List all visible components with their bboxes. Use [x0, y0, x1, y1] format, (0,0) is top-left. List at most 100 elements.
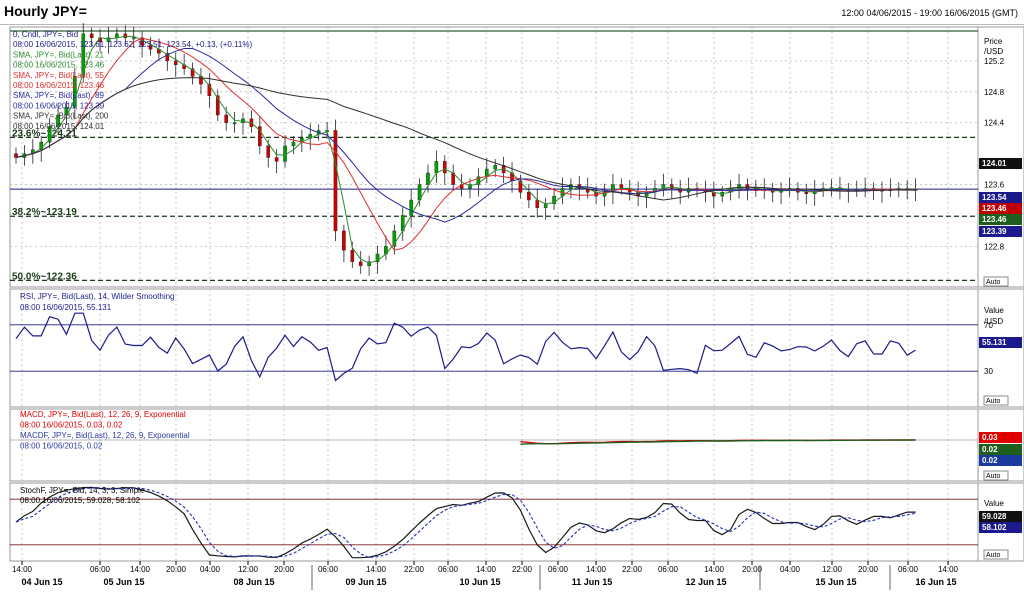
price-legend-line: 08:00 16/06/2015, 123.46	[13, 81, 105, 90]
x-date-label: 05 Jun 15	[103, 577, 144, 587]
rsi-legend-line: 08:00 16/06/2015, 55.131	[20, 303, 112, 312]
x-tick-label: 20:00	[742, 565, 763, 574]
x-tick-label: 06:00	[658, 565, 679, 574]
stoch-axis-title: Value	[984, 499, 1004, 508]
candle-body	[434, 161, 439, 174]
y-tick-label: 125.2	[984, 57, 1005, 66]
price-legend-line: 08:00 16/06/2015, 123.46	[13, 61, 105, 70]
candle-body	[123, 33, 128, 38]
candle-body	[358, 261, 363, 266]
x-tick-label: 22:00	[404, 565, 425, 574]
stoch-legend-line: 08:00 16/06/2015, 59.028, 58.102	[20, 496, 141, 505]
candle-body	[173, 60, 178, 65]
candle-body	[350, 250, 355, 263]
x-tick-label: 14:00	[366, 565, 387, 574]
candle-body	[720, 192, 725, 197]
price-legend-line: 08:00 16/06/2015, 124.01	[13, 122, 105, 131]
x-tick-label: 14:00	[704, 565, 725, 574]
x-tick-label: 06:00	[548, 565, 569, 574]
macd-legend-line: 08:00 16/06/2015, 0.02	[20, 442, 103, 451]
x-tick-label: 06:00	[898, 565, 919, 574]
candle-body	[543, 203, 548, 208]
price-legend-line: 0, Cndl, JPY=, Bid	[13, 30, 78, 39]
candle-body	[426, 172, 430, 185]
macd-value-label: 0.03	[982, 433, 998, 442]
candle-body	[695, 188, 699, 190]
rsi-axis-unit: /USD	[984, 317, 1003, 326]
x-tick-label: 12:00	[822, 565, 843, 574]
macd-legend-line: MACD, JPY=, Bid(Last), 12, 26, 9, Expone…	[20, 410, 186, 419]
stoch-value-label: 58.102	[982, 523, 1007, 532]
macd-legend-line: MACDF, JPY=, Bid(Last), 12, 26, 9, Expon…	[20, 431, 190, 440]
price-axis-title: Price	[984, 37, 1003, 46]
x-tick-label: 20:00	[858, 565, 879, 574]
x-tick-label: 06:00	[438, 565, 459, 574]
price-value-label: 123.54	[982, 193, 1007, 202]
macd-panel-frame	[9, 408, 979, 482]
macd-legend-line: 08:00 16/06/2015, 0.03, 0.02	[20, 421, 123, 430]
rsi-panel-frame	[9, 288, 979, 408]
chart-window: Hourly JPY= 12:00 04/06/2015 - 19:00 16/…	[0, 0, 1024, 603]
candle-body	[333, 130, 338, 232]
price-legend-line: SMA, JPY=, Bid(Last), 200	[13, 112, 109, 121]
x-tick-label: 14:00	[938, 565, 959, 574]
candle-body	[232, 122, 237, 125]
price-value-label: 123.39	[982, 227, 1007, 236]
rsi-tick-label: 30	[984, 367, 993, 376]
stoch-legend-line: StochF, JPY=, Bid, 14, 3, 3, Simple	[20, 486, 145, 495]
x-tick-label: 20:00	[274, 565, 295, 574]
x-date-label: 15 Jun 15	[815, 577, 856, 587]
price-value-label: 123.46	[982, 215, 1007, 224]
x-date-label: 08 Jun 15	[233, 577, 274, 587]
price-legend-line: SMA, JPY=, Bid(Last), 21	[13, 50, 104, 59]
x-date-label: 04 Jun 15	[21, 577, 62, 587]
auto-scale-label: Auto	[986, 552, 1001, 559]
x-tick-label: 06:00	[318, 565, 339, 574]
candle-body	[619, 184, 624, 189]
y-tick-label: 124.4	[984, 119, 1005, 128]
price-legend-line: SMA, JPY=, Bid(Last), 89	[13, 91, 104, 100]
x-tick-label: 22:00	[512, 565, 533, 574]
x-tick-label: 14:00	[586, 565, 607, 574]
macd-value-label: 0.02	[982, 445, 998, 454]
candle-body	[291, 141, 296, 147]
candle-body	[224, 114, 228, 123]
x-tick-label: 14:00	[130, 565, 151, 574]
price-value-label: 123.46	[982, 204, 1007, 213]
x-tick-label: 20:00	[166, 565, 187, 574]
rsi-legend-line: RSI, JPY=, Bid(Last), 14, Wilder Smoothi…	[20, 292, 175, 301]
x-date-label: 10 Jun 15	[459, 577, 500, 587]
x-tick-label: 06:00	[90, 565, 111, 574]
auto-scale-label: Auto	[986, 398, 1001, 405]
candle-body	[131, 37, 136, 40]
candle-body	[804, 192, 809, 195]
candle-body	[669, 184, 674, 189]
x-tick-label: 14:00	[476, 565, 497, 574]
chart-canvas[interactable]: 14:00 06:00 14:00 20:00 04:00 12:00 20:00 06:00…	[0, 0, 1024, 603]
price-legend-line: SMA, JPY=, Bid(Last), 55	[13, 71, 104, 80]
fib-level-label: 38.2%~123.19	[12, 207, 77, 218]
x-tick-label: 22:00	[622, 565, 643, 574]
candle-body	[342, 230, 346, 251]
auto-scale-label: Auto	[986, 279, 1001, 286]
y-tick-label: 124.8	[984, 88, 1005, 97]
x-tick-label: 04:00	[200, 565, 221, 574]
macd-value-label: 0.02	[982, 456, 998, 465]
candle-body	[442, 161, 447, 174]
candle-body	[274, 157, 279, 162]
price-legend-line: 08:00 16/06/2015, 123.39	[13, 101, 105, 110]
y-tick-label: 122.8	[984, 242, 1005, 251]
candle-body	[535, 199, 540, 208]
x-date-label: 12 Jun 15	[685, 577, 726, 587]
x-tick-label: 14:00	[12, 565, 33, 574]
stoch-value-label: 59.028	[982, 512, 1007, 521]
y-tick-label: 123.6	[984, 181, 1005, 190]
price-legend-line: 08:00 16/06/2015, 123.61, 123.62, 123.51…	[13, 40, 252, 49]
x-tick-label: 12:00	[238, 565, 259, 574]
rsi-value-label: 55.131	[982, 338, 1007, 347]
candle-body	[493, 165, 498, 170]
x-date-label: 16 Jun 15	[915, 577, 956, 587]
x-date-label: 09 Jun 15	[345, 577, 386, 587]
auto-scale-label: Auto	[986, 473, 1001, 480]
price-axis-unit: /USD	[984, 47, 1003, 56]
